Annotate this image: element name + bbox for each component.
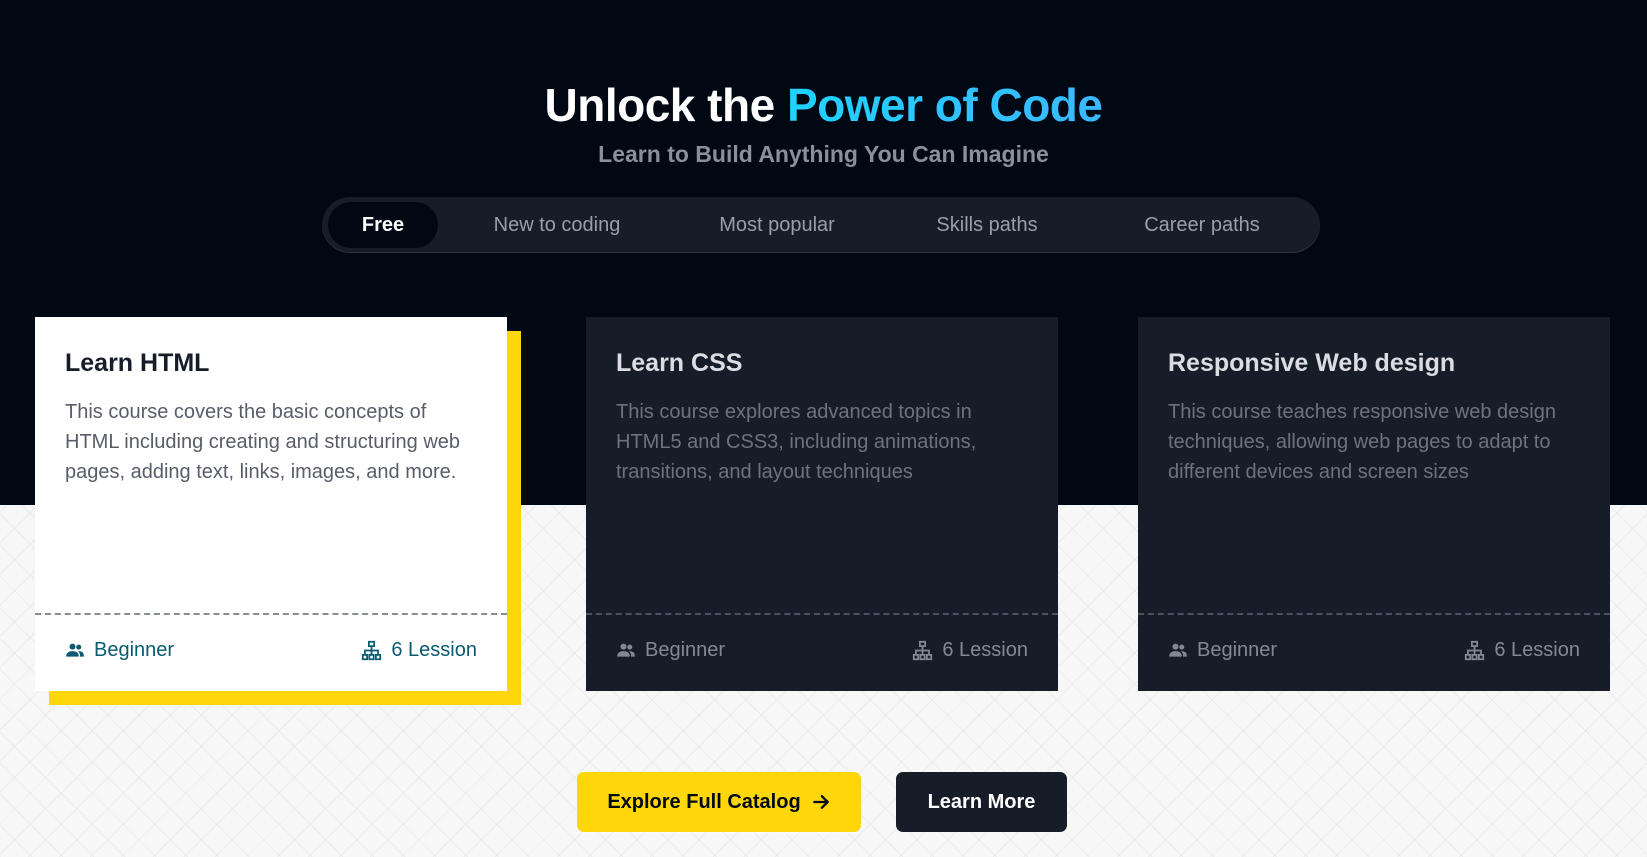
card-level-label: Beginner: [94, 638, 175, 661]
card-lessons: 6 Lession: [912, 635, 1028, 665]
card-title: Responsive Web design: [1168, 349, 1456, 377]
card-lessons: 6 Lession: [361, 635, 477, 665]
card-level-label: Beginner: [1197, 638, 1278, 661]
users-icon: [617, 643, 635, 657]
learn-more-label: Learn More: [927, 790, 1036, 813]
tab-free[interactable]: Free: [328, 202, 438, 248]
tab-new-to-coding[interactable]: New to coding: [462, 202, 652, 248]
card-divider: [586, 613, 1058, 615]
card-lessons-label: 6 Lession: [1494, 638, 1580, 661]
course-card-html[interactable]: Learn HTML This course covers the basic …: [35, 317, 507, 691]
tab-most-popular[interactable]: Most popular: [692, 202, 862, 248]
title-prefix: Unlock the: [544, 79, 776, 131]
card-level: Beginner: [616, 635, 725, 665]
card-description: This course explores advanced topics in …: [616, 401, 977, 483]
tab-career-paths[interactable]: Career paths: [1117, 202, 1287, 248]
explore-catalog-label: Explore Full Catalog: [607, 790, 801, 813]
card-title: Learn CSS: [616, 349, 743, 377]
card-level-label: Beginner: [645, 638, 726, 661]
explore-catalog-button[interactable]: Explore Full Catalog: [577, 772, 861, 832]
hierarchy-icon: [362, 640, 382, 660]
hierarchy-icon: [1465, 640, 1485, 660]
users-icon: [1169, 643, 1187, 657]
card-divider: [1138, 613, 1610, 615]
course-tabs: Free New to coding Most popular Skills p…: [322, 197, 1320, 253]
page-subtitle: Learn to Build Anything You Can Imagine: [598, 141, 1049, 167]
page-title: Unlock the Power of Code: [0, 78, 1647, 132]
hierarchy-icon: [913, 640, 933, 660]
card-level: Beginner: [65, 635, 174, 665]
course-card-css[interactable]: Learn CSS This course explores advanced …: [586, 317, 1058, 691]
card-lessons-label: 6 Lession: [942, 638, 1028, 661]
card-lessons-label: 6 Lession: [391, 638, 477, 661]
tab-skills-paths[interactable]: Skills paths: [907, 202, 1067, 248]
learn-more-button[interactable]: Learn More: [896, 772, 1067, 832]
users-icon: [66, 643, 84, 657]
arrow-right-icon: [812, 795, 829, 809]
course-card-responsive[interactable]: Responsive Web design This course teache…: [1138, 317, 1610, 691]
card-lessons: 6 Lession: [1464, 635, 1580, 665]
card-description: This course teaches responsive web desig…: [1168, 401, 1556, 483]
card-level: Beginner: [1168, 635, 1277, 665]
card-divider: [35, 613, 507, 615]
card-title: Learn HTML: [65, 349, 210, 377]
card-description: This course covers the basic concepts of…: [65, 401, 461, 483]
title-highlight: Power of Code: [786, 79, 1103, 131]
